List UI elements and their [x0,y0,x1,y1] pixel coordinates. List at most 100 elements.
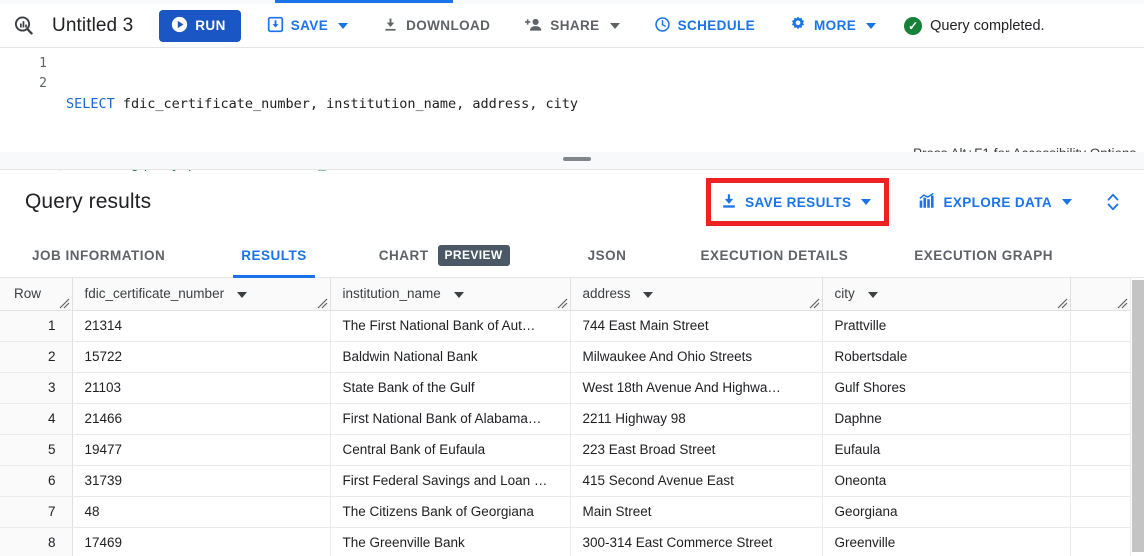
table-row[interactable]: 5 19477 Central Bank of Eufaula 223 East… [0,434,1130,466]
tab-label: CHART [378,247,429,263]
table-row[interactable]: 7 48 The Citizens Bank of Georgiana Main… [0,496,1130,528]
cell-city: Greenville [822,527,1071,556]
cell-institution-name: The Citizens Bank of Georgiana [330,496,571,528]
column-header-row[interactable]: Row [0,278,73,311]
bar-chart-icon [917,192,936,213]
preview-badge: PREVIEW [437,244,510,266]
cell-institution-name: Central Bank of Eufaula [330,434,571,466]
column-resize-handle[interactable] [317,298,328,309]
cell-fdic-certificate-number: 21466 [72,403,331,435]
cell-row-number: 4 [0,403,73,435]
expand-collapse-results-button[interactable] [1096,192,1130,212]
results-grid: Row fdic_certificate_number institution_… [0,278,1130,556]
tab-job-information[interactable]: JOB INFORMATION [14,233,183,278]
explore-data-label: EXPLORE DATA [943,194,1052,210]
cell-city: Robertsdale [822,341,1071,373]
cell-spacer [1070,372,1130,404]
column-header-address[interactable]: address [570,278,823,311]
column-header-label: fdic_certificate_number [84,286,225,302]
cell-spacer [1070,403,1130,435]
cell-row-number: 6 [0,465,73,497]
table-row[interactable]: 2 15722 Baldwin National Bank Milwaukee … [0,341,1130,373]
editor-results-splitter[interactable] [0,152,1144,170]
column-resize-handle[interactable] [1117,298,1128,309]
column-resize-handle[interactable] [557,298,568,309]
run-button[interactable]: RUN [159,9,241,42]
save-button[interactable]: SAVE [257,10,358,42]
column-header-fdic-certificate-number[interactable]: fdic_certificate_number [72,278,331,311]
cell-spacer [1070,341,1130,373]
table-row[interactable]: 4 21466 First National Bank of Alabama… … [0,403,1130,435]
column-header-city[interactable]: city [822,278,1071,311]
explore-data-button[interactable]: EXPLORE DATA [907,186,1082,218]
column-resize-handle[interactable] [1057,298,1068,309]
column-resize-handle[interactable] [809,298,820,309]
save-results-label: SAVE RESULTS [745,194,852,210]
table-header-row: Row fdic_certificate_number institution_… [0,278,1130,311]
editor-code-area[interactable]: SELECT fdic_certificate_number, institut… [56,48,1144,173]
column-header-label: institution_name [342,286,441,302]
tab-execution-graph[interactable]: EXECUTION GRAPH [896,233,1071,278]
play-icon [171,16,188,36]
cell-institution-name: First Federal Savings and Loan … [330,465,571,497]
table-row[interactable]: 3 21103 State Bank of the Gulf West 18th… [0,372,1130,404]
cell-fdic-certificate-number: 31739 [72,465,331,497]
column-resize-handle[interactable] [59,298,70,309]
cell-institution-name: State Bank of the Gulf [330,372,571,404]
splitter-drag-handle[interactable] [563,157,591,161]
save-download-icon [720,192,738,213]
chevron-down-icon [1062,199,1072,205]
chevron-down-icon[interactable] [236,291,247,298]
tab-label: JOB INFORMATION [32,247,166,263]
results-header: Query results SAVE RESULTS EXPLORE DATA [0,171,1144,233]
cell-spacer [1070,527,1130,556]
tab-label: EXECUTION GRAPH [914,247,1053,263]
cell-institution-name: First National Bank of Alabama… [330,403,571,435]
cell-address: 223 East Broad Street [570,434,823,466]
more-button[interactable]: MORE [779,10,886,42]
status-badge: ✓ Query completed. [904,16,1045,35]
chevron-down-icon[interactable] [643,291,654,298]
cell-row-number: 2 [0,341,73,373]
save-results-button[interactable]: SAVE RESULTS [720,189,872,215]
results-vertical-scrollbar[interactable] [1130,278,1144,556]
scrollbar-thumb[interactable] [1132,280,1144,552]
download-button[interactable]: DOWNLOAD [372,10,500,42]
cell-spacer [1070,465,1130,497]
tab-json[interactable]: JSON [570,233,645,278]
clock-icon [654,16,671,36]
editor-gutter: 1 2 [0,48,56,152]
tab-execution-details[interactable]: EXECUTION DETAILS [682,233,866,278]
results-table-body: 1 21314 The First National Bank of Aut… … [0,310,1130,556]
table-row[interactable]: 1 21314 The First National Bank of Aut… … [0,310,1130,342]
cell-row-number: 3 [0,372,73,404]
gear-icon [789,15,807,36]
cell-address: 415 Second Avenue East [570,465,823,497]
tab-chart[interactable]: CHART PREVIEW [361,233,528,278]
save-disk-icon [267,16,284,36]
cell-address: Milwaukee And Ohio Streets [570,341,823,373]
schedule-button-label: SCHEDULE [677,18,756,33]
schedule-button[interactable]: SCHEDULE [644,10,765,42]
tab-results[interactable]: RESULTS [223,233,325,278]
check-circle-icon: ✓ [904,16,923,35]
sql-editor[interactable]: 1 2 SELECT fdic_certificate_number, inst… [0,48,1144,173]
column-header-institution-name[interactable]: institution_name [330,278,571,311]
results-header-actions: SAVE RESULTS EXPLORE DATA [706,178,1144,226]
tab-label: JSON [587,247,627,263]
results-tabs: JOB INFORMATION RESULTS CHART PREVIEW JS… [0,233,1144,278]
unfold-more-icon [1107,193,1119,211]
table-row[interactable]: 6 31739 First Federal Savings and Loan …… [0,465,1130,497]
chevron-down-icon[interactable] [453,291,464,298]
share-button[interactable]: SHARE [514,10,629,42]
chevron-down-icon [861,199,872,205]
chevron-down-icon[interactable] [867,291,878,298]
query-toolbar: Untitled 3 RUN SAVE DOWNLOAD SHARE SCHED… [0,4,1144,48]
cell-row-number: 8 [0,527,73,556]
sql-keyword-select: SELECT [66,96,115,112]
table-row[interactable]: 8 17469 The Greenville Bank 300-314 East… [0,527,1130,556]
cell-row-number: 5 [0,434,73,466]
sql-select-columns: fdic_certificate_number, institution_nam… [114,96,579,112]
run-button-label: RUN [195,18,226,33]
save-button-label: SAVE [290,18,329,33]
